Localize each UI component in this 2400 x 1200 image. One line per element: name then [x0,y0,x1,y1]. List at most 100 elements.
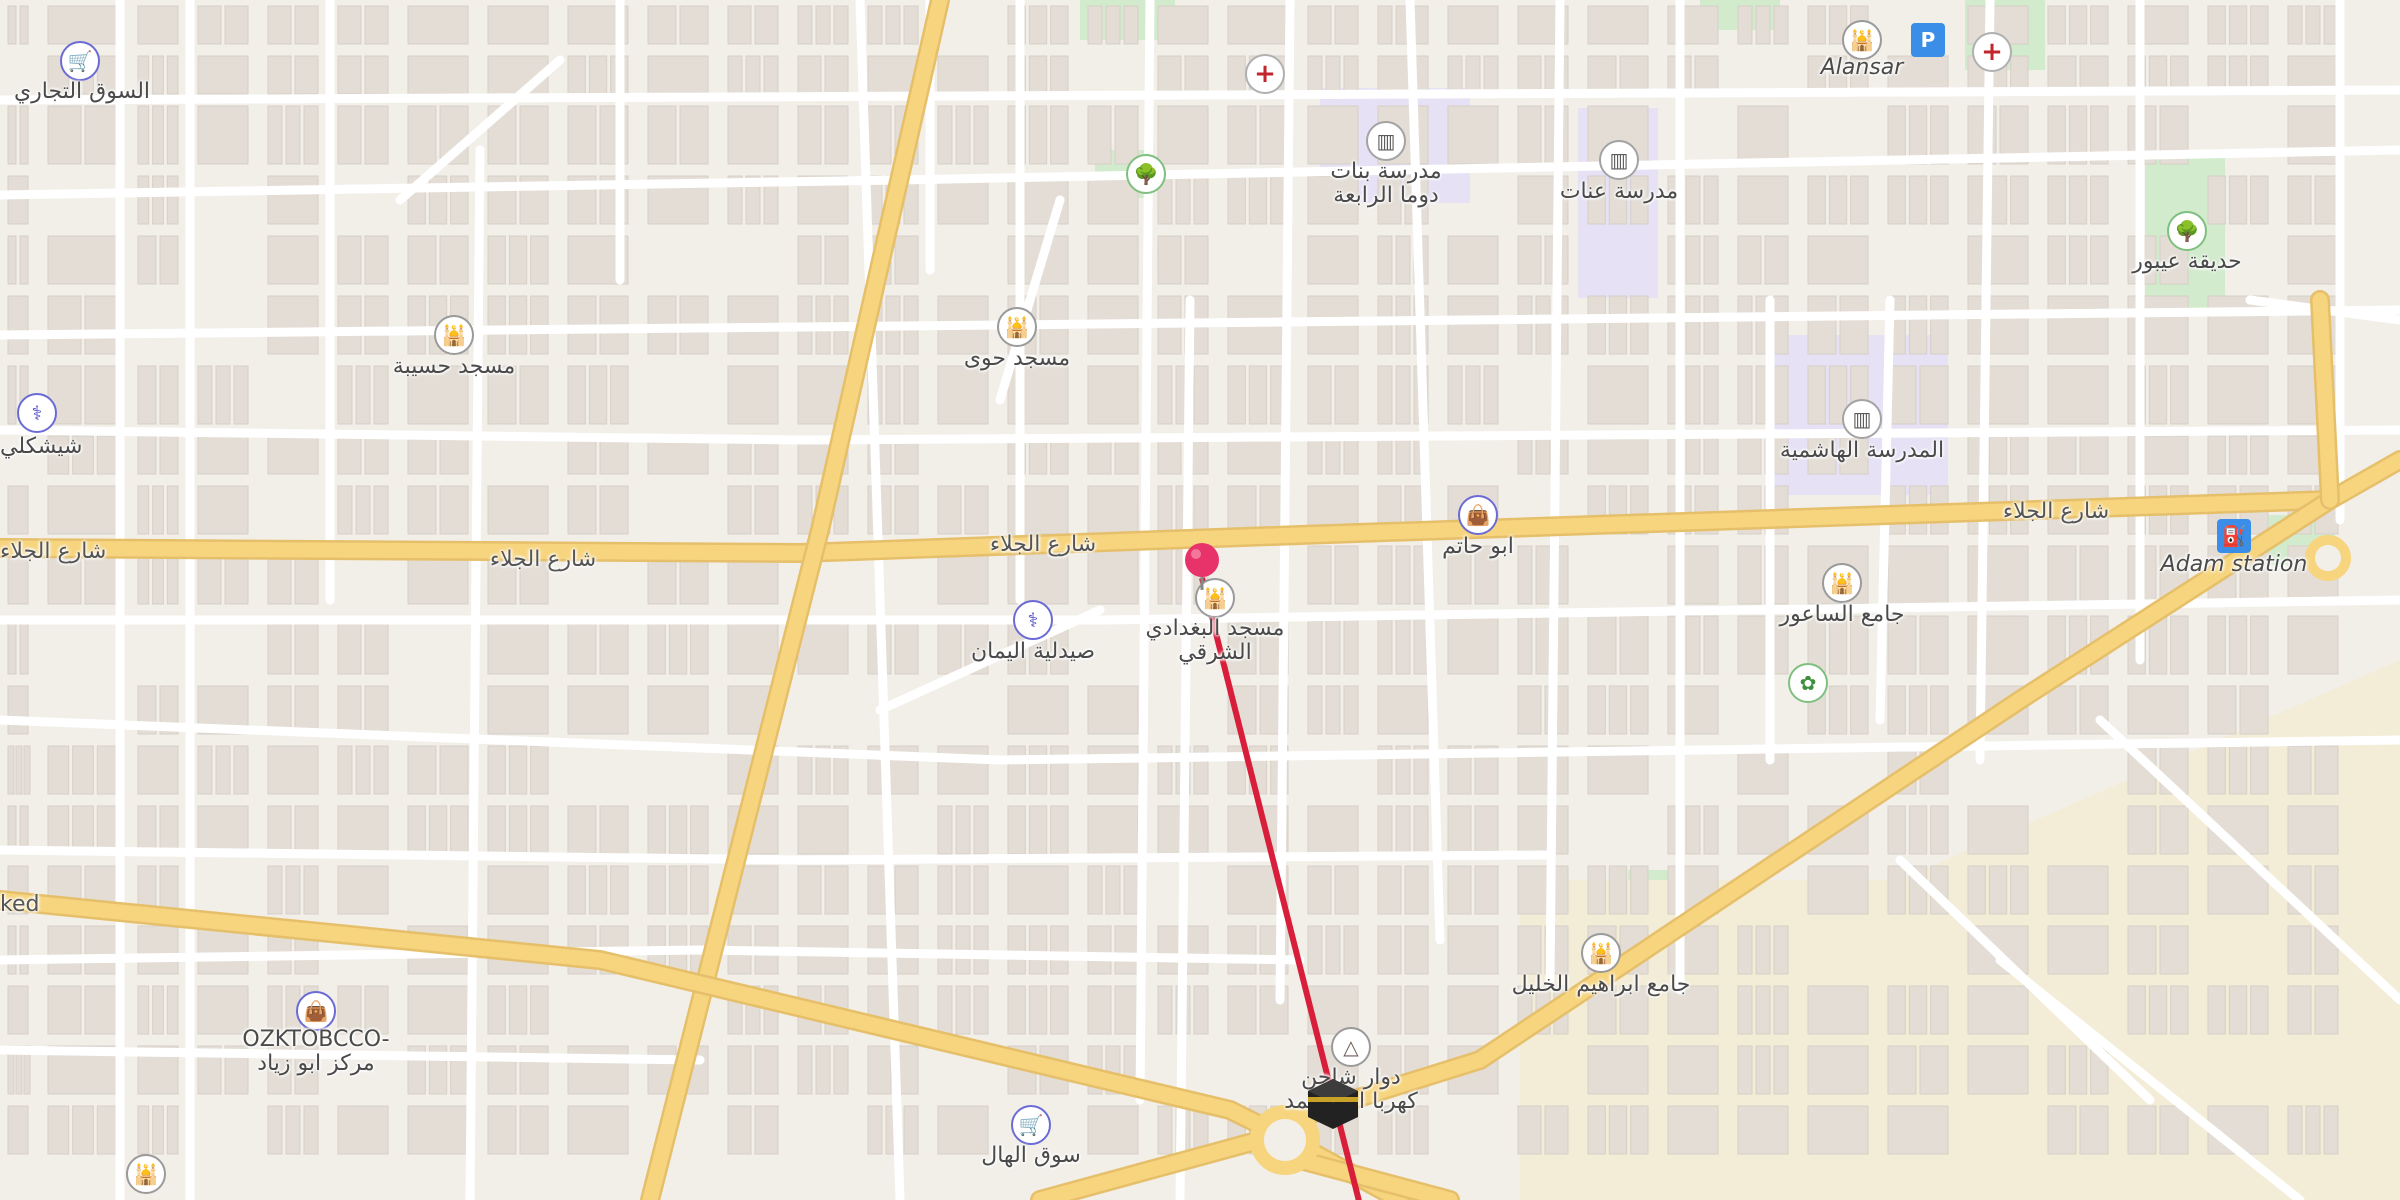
tree-icon[interactable]: 🌳 [1126,154,1166,194]
building [519,1105,549,1155]
place-label[interactable]: حديقة عيبور [2132,250,2242,274]
school-icon[interactable]: ▥ [1599,140,1639,180]
hospital-icon[interactable]: + [1245,54,1285,94]
building [763,55,779,95]
building [1157,365,1173,425]
building [1307,105,1359,165]
pharmacy-icon[interactable]: ⚕ [1013,600,1053,640]
building [668,865,688,915]
building [337,365,353,425]
place-label[interactable]: مدرسة بنات دوما الرابعة [1330,160,1441,208]
place-label[interactable]: OZKTOBCCO- مركز ابو زياد [242,1028,389,1076]
hospital-icon[interactable]: + [1972,32,2012,72]
building [937,745,989,795]
mosque-icon[interactable]: 🕌 [1581,933,1621,973]
shopping-bag-icon[interactable]: 👜 [296,991,336,1031]
building [439,235,469,285]
building [7,295,29,355]
building [1007,805,1026,855]
monument-icon[interactable]: △ [1331,1027,1371,1067]
mosque-icon[interactable]: 🕌 [434,315,474,355]
building [2228,175,2248,225]
building [7,175,29,225]
building [233,365,249,425]
place-label[interactable]: Adam station [2161,553,2308,577]
building [567,615,597,675]
place-label[interactable]: صيدلية اليمان [971,640,1095,664]
building [2079,545,2109,605]
building [152,105,164,165]
mosque-icon[interactable]: 🕌 [1842,20,1882,60]
building [647,105,677,165]
building [955,805,971,855]
building [1007,865,1069,915]
building [1343,435,1359,475]
building [727,55,743,95]
place-label[interactable]: شيشكلي [0,435,82,459]
building [487,5,549,45]
school-icon[interactable]: ▥ [1366,121,1406,161]
building [267,5,292,45]
map-view[interactable]: شارع الجلاء شارع الجلاء شارع الجلاء شارع… [0,0,2400,1200]
cart-icon[interactable]: 🛒 [60,41,100,81]
building [1737,925,1753,975]
building [337,615,362,675]
place-label[interactable]: سوق الهال [981,1144,1081,1168]
building [267,615,292,675]
place-label[interactable]: ابو حاتم [1442,535,1514,559]
place-label[interactable]: جامع الساعور [1779,603,1904,627]
mosque-icon[interactable]: 🕌 [1822,563,1862,603]
building [519,365,549,425]
place-label[interactable]: المدرسة الهاشمية [1780,439,1944,463]
place-label[interactable]: Alansar [1821,56,1904,80]
building [337,295,362,355]
building [47,925,82,975]
shopping-bag-icon[interactable]: 👜 [1458,495,1498,535]
place-label[interactable]: جامع ابراهيم الخليل [1512,973,1691,997]
building [137,365,157,425]
mosque-icon[interactable]: 🕌 [126,1154,166,1194]
fuel-icon[interactable]: ⛽ [2217,519,2251,553]
building [303,105,319,165]
building [137,745,179,795]
place-label[interactable]: مسجد البغدادي الشرقي [1146,617,1285,665]
tree-icon[interactable]: 🌳 [2167,211,2207,251]
building [2010,435,2029,475]
building [1157,545,1173,605]
garden-icon[interactable]: ✿ [1788,663,1828,703]
building [2127,685,2189,735]
building [267,105,283,165]
building [1930,985,1949,1035]
building [1967,985,2029,1035]
mosque-icon[interactable]: 🕌 [997,307,1037,347]
parking-icon[interactable]: P [1911,23,1945,57]
cart-icon[interactable]: 🛒 [1011,1105,1051,1145]
building [2047,435,2077,475]
building [1807,985,1869,1035]
school-icon[interactable]: ▥ [1842,399,1882,439]
building [197,805,249,855]
building [937,865,953,915]
building [1087,1105,1139,1155]
place-label[interactable]: مسجد حوى [964,347,1070,371]
building [610,365,629,425]
building [1535,435,1551,475]
building [1703,175,1719,225]
place-label[interactable]: السوق التجاري [14,80,150,104]
building [1608,1105,1628,1155]
kaaba-icon[interactable] [1306,1077,1360,1131]
building [7,1105,29,1155]
building [1050,985,1069,1035]
pin-icon[interactable] [1180,542,1224,592]
place-label[interactable]: مسجد حسيبة [393,355,515,379]
building [303,1105,319,1155]
pharmacy-icon[interactable]: ⚕ [17,393,57,433]
building [1028,925,1048,975]
building [833,1045,849,1095]
place-label[interactable]: مدرسة عنات [1560,180,1678,204]
building [166,985,179,1035]
building [1703,235,1719,285]
building [797,5,813,45]
building [937,365,989,425]
building [610,865,629,915]
